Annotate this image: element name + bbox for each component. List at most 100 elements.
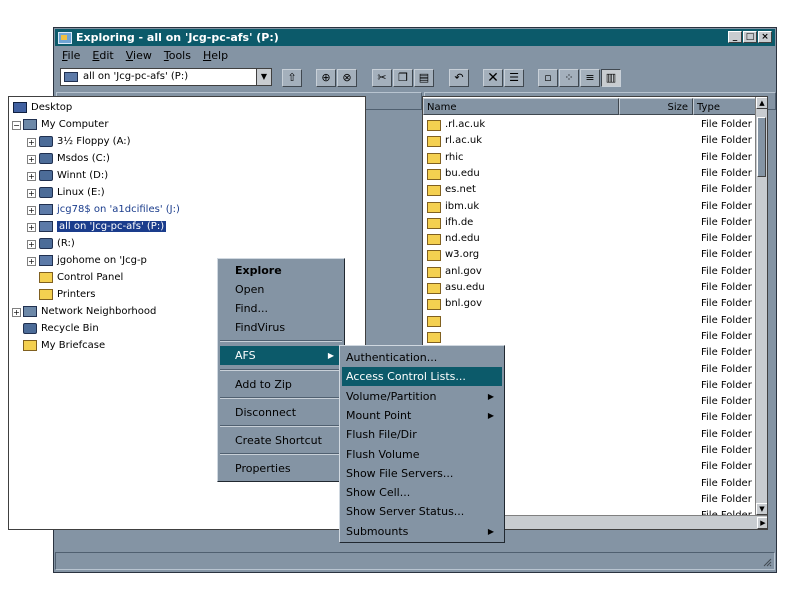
file-name: ifh.de <box>445 216 474 228</box>
afs-menu-item[interactable]: Submounts ▶ <box>342 522 502 541</box>
tree-item-network-neighborhood[interactable]: Network Neighborhood <box>23 303 156 320</box>
tree-item-recycle-bin[interactable]: Recycle Bin <box>23 320 99 337</box>
expand-floppy[interactable]: + <box>27 138 36 147</box>
column-header-size[interactable]: Size <box>619 98 693 115</box>
table-row[interactable]: asu.edu File Folder <box>427 280 757 296</box>
up-one-level-button[interactable]: ⇧ <box>282 69 302 87</box>
folder-icon <box>427 250 441 262</box>
collapse-my-computer[interactable]: − <box>12 121 21 130</box>
properties-button[interactable]: ☰ <box>504 69 524 87</box>
menu-item-properties[interactable]: Properties <box>220 459 342 478</box>
table-row[interactable]: nd.edu File Folder <box>427 231 757 247</box>
afs-menu-item[interactable]: Mount Point ▶ <box>342 406 502 425</box>
delete-button[interactable]: ✕ <box>483 69 503 87</box>
afs-menu-item[interactable]: Access Control Lists... <box>342 367 502 387</box>
table-row[interactable]: es.net File Folder <box>427 182 757 198</box>
expand-msdos[interactable]: + <box>27 155 36 164</box>
cut-button[interactable]: ✂ <box>372 69 392 87</box>
column-header-type[interactable]: Type <box>693 98 757 115</box>
table-row[interactable]: File Folder <box>427 329 757 345</box>
window-title: Exploring - all on 'Jcg-pc-afs' (P:) <box>76 31 279 44</box>
expand-jcg78[interactable]: + <box>27 206 36 215</box>
table-row[interactable]: anl.gov File Folder <box>427 264 757 280</box>
tree-item-linux[interactable]: Linux (E:) <box>39 184 105 201</box>
tree-item-printers[interactable]: Printers <box>39 286 95 303</box>
expand-jgohome[interactable]: + <box>27 257 36 266</box>
menu-item-add-to-zip[interactable]: Add to Zip <box>220 375 342 394</box>
vertical-scrollbar[interactable]: ▲ ▼ <box>755 97 767 515</box>
tree-item-msdos[interactable]: Msdos (C:) <box>39 150 110 167</box>
tree-item-control-panel[interactable]: Control Panel <box>39 269 123 286</box>
tree-item-my-briefcase[interactable]: My Briefcase <box>23 337 105 354</box>
menu-item-findvirus[interactable]: FindVirus <box>220 318 342 337</box>
submenu-arrow-icon: ▶ <box>487 410 494 420</box>
chevron-down-icon[interactable]: ▼ <box>256 69 271 85</box>
tree-item-all-on-jcg[interactable]: all on 'Jcg-pc-afs' (P:) <box>39 218 167 235</box>
maximize-button[interactable]: □ <box>743 31 757 43</box>
afs-menu-item[interactable]: Authentication... <box>342 348 502 367</box>
tree-item-desktop[interactable]: Desktop <box>13 99 72 116</box>
menu-separator <box>220 453 342 455</box>
table-row[interactable]: rhic File Folder <box>427 150 757 166</box>
afs-menu-item[interactable]: Volume/Partition ▶ <box>342 387 502 406</box>
menu-separator <box>220 425 342 427</box>
afs-menu-item[interactable]: Flush Volume <box>342 445 502 464</box>
menu-item-disconnect[interactable]: Disconnect <box>220 403 342 422</box>
menu-tools[interactable]: Tools <box>158 48 197 64</box>
column-header-name[interactable]: Name <box>423 98 619 115</box>
tree-item-winnt[interactable]: Winnt (D:) <box>39 167 108 184</box>
expand-r-drive[interactable]: + <box>27 240 36 249</box>
paste-button[interactable]: ▤ <box>414 69 434 87</box>
afs-menu-item[interactable]: Show Cell... <box>342 483 502 502</box>
menu-help[interactable]: Help <box>197 48 234 64</box>
tree-item-my-computer[interactable]: My Computer <box>23 116 108 133</box>
list-view-button[interactable]: ≡ <box>580 69 600 87</box>
file-name: anl.gov <box>445 265 482 277</box>
table-row[interactable]: ifh.de File Folder <box>427 215 757 231</box>
minimize-button[interactable]: _ <box>728 31 742 43</box>
resize-grip-icon[interactable] <box>762 557 772 567</box>
scroll-right-button[interactable]: ▶ <box>757 517 767 529</box>
expand-all-on-jcg[interactable]: + <box>27 223 36 232</box>
title-bar[interactable]: Exploring - all on 'Jcg-pc-afs' (P:) _ □… <box>55 29 775 46</box>
large-icons-button[interactable]: ▫ <box>538 69 558 87</box>
expand-linux[interactable]: + <box>27 189 36 198</box>
table-row[interactable]: bnl.gov File Folder <box>427 296 757 312</box>
table-row[interactable]: w3.org File Folder <box>427 247 757 263</box>
tree-item-jgohome[interactable]: jgohome on 'Jcg-p <box>39 252 147 269</box>
menu-item-find[interactable]: Find... <box>220 299 342 318</box>
menu-item-explore[interactable]: Explore <box>220 261 342 280</box>
afs-menu-item[interactable]: Show Server Status... <box>342 502 502 521</box>
scroll-down-button[interactable]: ▼ <box>756 503 767 515</box>
expand-network-neighborhood[interactable]: + <box>12 308 21 317</box>
close-button[interactable]: × <box>758 31 772 43</box>
afs-menu-item[interactable]: Show File Servers... <box>342 464 502 483</box>
menu-file[interactable]: File <box>56 48 86 64</box>
menu-item-afs[interactable]: AFS ▶ <box>220 346 342 365</box>
scroll-up-button[interactable]: ▲ <box>756 97 767 109</box>
table-row[interactable]: ibm.uk File Folder <box>427 199 757 215</box>
menu-item-open[interactable]: Open <box>220 280 342 299</box>
menu-edit[interactable]: Edit <box>86 48 119 64</box>
file-name: .rl.ac.uk <box>445 119 486 130</box>
afs-menu-item[interactable]: Flush File/Dir <box>342 425 502 444</box>
scroll-thumb[interactable] <box>757 117 766 177</box>
menu-separator <box>220 397 342 399</box>
tree-item-floppy[interactable]: 3½ Floppy (A:) <box>39 133 131 150</box>
location-combo[interactable]: all on 'Jcg-pc-afs' (P:) ▼ <box>60 68 272 86</box>
table-row[interactable]: File Folder <box>427 313 757 329</box>
tree-item-r-drive[interactable]: (R:) <box>39 235 75 252</box>
menu-view[interactable]: View <box>120 48 158 64</box>
map-drive-button[interactable]: ⊕ <box>316 69 336 87</box>
details-view-button[interactable]: ▥ <box>601 69 621 87</box>
undo-button[interactable]: ↶ <box>449 69 469 87</box>
small-icons-button[interactable]: ⁘ <box>559 69 579 87</box>
expand-winnt[interactable]: + <box>27 172 36 181</box>
table-row[interactable]: bu.edu File Folder <box>427 166 757 182</box>
table-row[interactable]: rl.ac.uk File Folder <box>427 133 757 149</box>
disconnect-drive-button[interactable]: ⊗ <box>337 69 357 87</box>
table-row[interactable]: .rl.ac.uk File Folder <box>427 117 757 133</box>
tree-item-jcg78[interactable]: jcg78$ on 'a1dcifiles' (J:) <box>39 201 180 218</box>
copy-button[interactable]: ❐ <box>393 69 413 87</box>
menu-item-create-shortcut[interactable]: Create Shortcut <box>220 431 342 450</box>
